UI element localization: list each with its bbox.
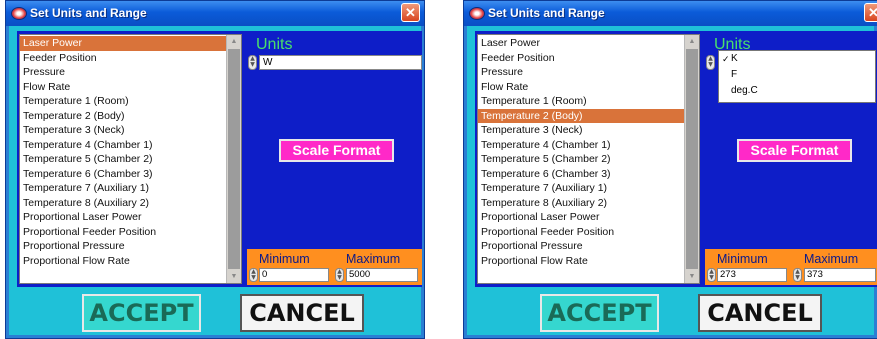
client-area: Laser Power Feeder Position Pressure Flow R… xyxy=(9,26,422,335)
list-item[interactable]: Temperature 8 (Auxiliary 2) xyxy=(478,196,685,211)
list-item[interactable]: Feeder Position xyxy=(478,51,685,66)
units-field[interactable]: W xyxy=(259,55,422,70)
units-option-label: K xyxy=(731,53,738,64)
scroll-up-icon[interactable]: ▲ xyxy=(227,35,241,48)
list-item[interactable]: Temperature 5 (Chamber 2) xyxy=(20,152,227,167)
list-item[interactable]: Flow Rate xyxy=(20,80,227,95)
list-item[interactable]: Temperature 5 (Chamber 2) xyxy=(478,152,685,167)
minimum-label: Minimum xyxy=(717,252,768,266)
scale-format-button[interactable]: Scale Format xyxy=(737,139,852,162)
check-icon: ✓ xyxy=(722,54,730,64)
maximum-spinner-icon[interactable]: ▲ ▼ xyxy=(335,268,344,282)
units-dropdown[interactable]: ✓ K Fdeg.C xyxy=(718,50,876,103)
list-item[interactable]: Proportional Pressure xyxy=(478,239,685,254)
close-icon[interactable]: ✕ xyxy=(864,3,877,22)
range-box: Minimum Maximum ▲ ▼ 273 ▲ ▼ 373 xyxy=(705,249,877,285)
minimum-spinner-icon[interactable]: ▲ ▼ xyxy=(707,268,716,282)
maximum-field[interactable]: 5000 xyxy=(346,268,418,282)
list-item[interactable]: Proportional Pressure xyxy=(20,239,227,254)
list-item[interactable]: Temperature 3 (Neck) xyxy=(20,123,227,138)
list-item[interactable]: Proportional Flow Rate xyxy=(20,254,227,269)
range-box: Minimum Maximum ▲ ▼ 0 ▲ ▼ 5000 xyxy=(247,249,422,285)
units-option[interactable]: F xyxy=(719,67,875,83)
list-item[interactable]: Temperature 1 (Room) xyxy=(20,94,227,109)
list-item[interactable]: Proportional Feeder Position xyxy=(478,225,685,240)
scroll-thumb[interactable] xyxy=(228,49,240,269)
list-item[interactable]: Temperature 2 (Body) xyxy=(20,109,227,124)
units-spinner-icon[interactable]: ▲ ▼ xyxy=(706,55,715,70)
scale-format-button[interactable]: Scale Format xyxy=(279,139,394,162)
list-item[interactable]: Temperature 6 (Chamber 3) xyxy=(20,167,227,182)
list-item[interactable]: Flow Rate xyxy=(478,80,685,95)
close-icon[interactable]: ✕ xyxy=(401,3,420,22)
title-bar[interactable]: Set Units and Range ✕ xyxy=(6,1,424,26)
list-item[interactable]: Temperature 7 (Auxiliary 1) xyxy=(20,181,227,196)
app-icon xyxy=(11,7,27,20)
minimum-label: Minimum xyxy=(259,252,310,266)
list-item[interactable]: Temperature 7 (Auxiliary 1) xyxy=(478,181,685,196)
scroll-down-icon[interactable]: ▼ xyxy=(227,270,241,283)
dialog-right: Set Units and Range ✕ Laser Power Feeder … xyxy=(463,0,877,339)
list-item[interactable]: Temperature 1 (Room) xyxy=(478,94,685,109)
scroll-down-icon[interactable]: ▼ xyxy=(685,270,699,283)
units-option[interactable]: ✓ K xyxy=(719,51,875,67)
units-label: Units xyxy=(256,36,293,53)
scrollbar[interactable]: ▲ ▼ xyxy=(684,35,699,283)
title-bar[interactable]: Set Units and Range ✕ xyxy=(464,1,877,26)
list-item[interactable]: Proportional Laser Power xyxy=(20,210,227,225)
accept-button[interactable]: ACCEPT xyxy=(82,294,201,332)
list-item[interactable]: Laser Power xyxy=(20,36,227,51)
list-item[interactable]: Temperature 4 (Chamber 1) xyxy=(478,138,685,153)
minimum-field[interactable]: 273 xyxy=(717,268,787,282)
app-icon xyxy=(469,7,485,20)
channel-list[interactable]: Laser Power Feeder Position Pressure Flow R… xyxy=(19,34,242,284)
channel-items: Laser Power Feeder Position Pressure Flow R… xyxy=(20,36,227,268)
maximum-spinner-icon[interactable]: ▲ ▼ xyxy=(793,268,802,282)
scroll-thumb[interactable] xyxy=(686,49,698,269)
list-item[interactable]: Proportional Laser Power xyxy=(478,210,685,225)
units-option-label: F xyxy=(731,69,738,80)
list-item[interactable]: Feeder Position xyxy=(20,51,227,66)
list-item[interactable]: Pressure xyxy=(478,65,685,80)
units-spinner-icon[interactable]: ▲ ▼ xyxy=(248,55,257,70)
list-item[interactable]: Temperature 2 (Body) xyxy=(478,108,685,123)
cancel-button[interactable]: CANCEL xyxy=(240,294,364,332)
scroll-up-icon[interactable]: ▲ xyxy=(685,35,699,48)
client-area: Laser Power Feeder Position Pressure Flow R… xyxy=(467,26,877,335)
channel-list[interactable]: Laser Power Feeder Position Pressure Flow R… xyxy=(477,34,700,284)
maximum-field[interactable]: 373 xyxy=(804,268,876,282)
channel-items: Laser Power Feeder Position Pressure Flow R… xyxy=(478,36,685,268)
accept-button[interactable]: ACCEPT xyxy=(540,294,659,332)
dialog-left: Set Units and Range ✕ Laser Power Feeder … xyxy=(5,0,425,339)
list-item[interactable]: Proportional Feeder Position xyxy=(20,225,227,240)
window-title: Set Units and Range xyxy=(488,6,605,20)
maximum-label: Maximum xyxy=(346,252,401,266)
list-item[interactable]: Temperature 8 (Auxiliary 2) xyxy=(20,196,227,211)
list-item[interactable]: Laser Power xyxy=(478,36,685,51)
minimum-spinner-icon[interactable]: ▲ ▼ xyxy=(249,268,258,282)
units-option-label: deg.C xyxy=(731,85,758,96)
list-item[interactable]: Temperature 4 (Chamber 1) xyxy=(20,138,227,153)
list-item[interactable]: Pressure xyxy=(20,65,227,80)
window-title: Set Units and Range xyxy=(30,6,147,20)
minimum-field[interactable]: 0 xyxy=(259,268,329,282)
units-option[interactable]: deg.C xyxy=(719,83,875,99)
list-item[interactable]: Temperature 3 (Neck) xyxy=(478,123,685,138)
scrollbar[interactable]: ▲ ▼ xyxy=(226,35,241,283)
list-item[interactable]: Proportional Flow Rate xyxy=(478,254,685,269)
maximum-label: Maximum xyxy=(804,252,859,266)
list-item[interactable]: Temperature 6 (Chamber 3) xyxy=(478,167,685,182)
cancel-button[interactable]: CANCEL xyxy=(698,294,822,332)
